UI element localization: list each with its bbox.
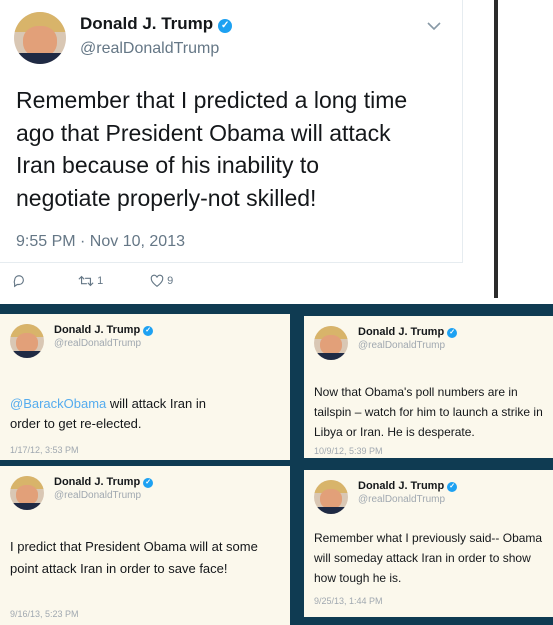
avatar: [314, 326, 348, 360]
tweet-timestamp: 9/25/13, 1:44 PM: [314, 596, 383, 606]
retweet-count: 1: [97, 274, 104, 287]
like-button[interactable]: 9: [150, 274, 173, 288]
collage-tweet: Donald J. Trump ✓ @realDonaldTrump I pred…: [0, 466, 290, 625]
retweet-button[interactable]: 1: [78, 274, 103, 288]
author-name-row: Donald J. Trump ✓: [54, 324, 154, 336]
collage-tweet: Donald J. Trump ✓ @realDonaldTrump Rememb…: [304, 470, 553, 617]
verified-badge-icon: ✓: [218, 19, 233, 33]
heart-icon: [150, 274, 164, 287]
author-name: Donald J. Trump: [54, 324, 141, 336]
author-name-row: Donald J. Trump ✓: [358, 480, 458, 492]
tweet-timestamp[interactable]: 9:55 PM · Nov 10, 2013: [16, 233, 185, 251]
verified-badge-icon: ✓: [447, 328, 458, 338]
reply-button[interactable]: [12, 274, 26, 288]
retweet-icon: [78, 275, 94, 287]
avatar: [314, 480, 348, 514]
verified-badge-icon: ✓: [143, 478, 154, 488]
tweet-text: Remember that I predicted a long time ag…: [16, 87, 408, 211]
tweet-timestamp: 10/9/12, 5:39 PM: [314, 446, 383, 456]
tweet-text-line: will attack Iran in: [106, 396, 206, 411]
author-handle: @realDonaldTrump: [358, 340, 446, 351]
verified-badge-icon: ✓: [447, 482, 458, 492]
tweet-text: @BarackObama will attack Iran in order t…: [10, 394, 280, 434]
reply-icon: [13, 275, 24, 288]
main-tweet-card: Donald J. Trump ✓ @realDonaldTrump Rememb…: [0, 0, 463, 263]
author-name-row: Donald J. Trump ✓: [358, 326, 458, 338]
collage-tweet: Donald J. Trump ✓ @realDonaldTrump @Barac…: [0, 314, 290, 460]
author-name: Donald J. Trump: [358, 480, 445, 492]
author-handle[interactable]: @realDonaldTrump: [80, 40, 219, 58]
avatar: [10, 476, 44, 510]
tweet-collage: Donald J. Trump ✓ @realDonaldTrump @Barac…: [0, 304, 553, 625]
like-count: 9: [167, 274, 174, 287]
divider: [494, 0, 498, 298]
author-handle: @realDonaldTrump: [358, 494, 446, 505]
mention-link[interactable]: @BarackObama: [10, 396, 106, 411]
chevron-down-icon[interactable]: [426, 18, 442, 34]
author-name-row: Donald J. Trump ✓: [54, 476, 154, 488]
author-handle: @realDonaldTrump: [54, 338, 142, 349]
tweet-timestamp: 9/16/13, 5:23 PM: [10, 609, 79, 619]
author-name-row[interactable]: Donald J. Trump ✓: [80, 14, 233, 34]
author-name: Donald J. Trump: [358, 326, 445, 338]
tweet-text: Remember what I previously said-- Obama …: [314, 531, 543, 585]
avatar: [10, 324, 44, 358]
author-name[interactable]: Donald J. Trump: [80, 14, 213, 33]
tweet-timestamp: 1/17/12, 3:53 PM: [10, 445, 79, 455]
avatar[interactable]: [14, 12, 66, 64]
author-name: Donald J. Trump: [54, 476, 141, 488]
verified-badge-icon: ✓: [143, 326, 154, 336]
tweet-actions: 1 9: [0, 270, 462, 300]
collage-tweet: Donald J. Trump ✓ @realDonaldTrump Now th…: [304, 316, 553, 458]
author-handle: @realDonaldTrump: [54, 490, 142, 501]
tweet-text: I predict that President Obama will at s…: [10, 539, 258, 576]
tweet-text-line: order to get re-elected.: [10, 416, 142, 431]
tweet-text: Now that Obama's poll numbers are in tai…: [314, 385, 543, 439]
